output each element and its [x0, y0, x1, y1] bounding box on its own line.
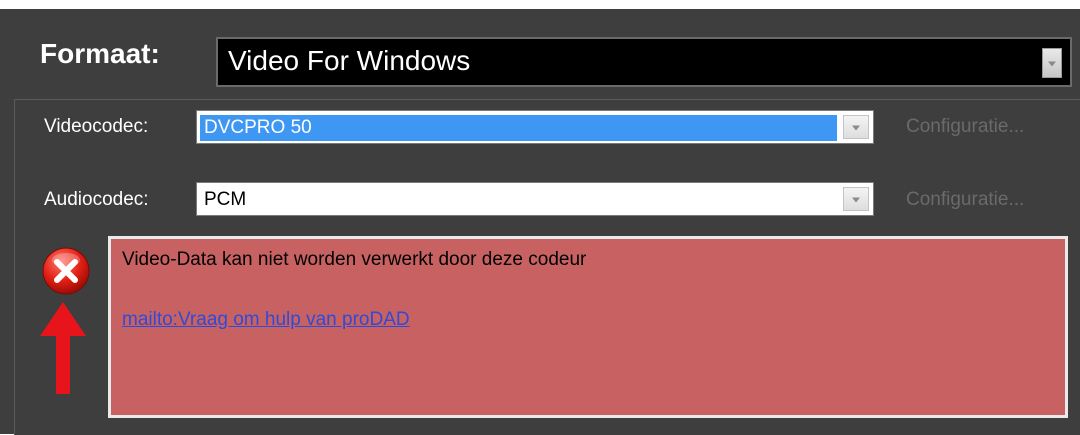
format-value: Video For Windows: [228, 45, 471, 76]
audiocodec-label: Audiocodec:: [44, 189, 149, 210]
audiocodec-config-button[interactable]: Configuratie...: [906, 189, 1024, 211]
error-x-icon[interactable]: [41, 246, 91, 296]
audiocodec-value: PCM: [204, 189, 247, 210]
videocodec-value: DVCPRO 50: [200, 115, 837, 141]
audiocodec-select[interactable]: PCM: [196, 182, 874, 216]
chevron-down-icon[interactable]: [1042, 48, 1062, 78]
chevron-down-icon[interactable]: [843, 115, 869, 139]
error-message: Video-Data kan niet worden verwerkt door…: [122, 249, 587, 270]
format-select[interactable]: Video For Windows: [216, 37, 1072, 87]
chevron-down-icon[interactable]: [843, 187, 869, 211]
videocodec-select[interactable]: DVCPRO 50: [196, 110, 874, 144]
format-label: Formaat:: [40, 38, 160, 69]
help-mailto-link[interactable]: mailto:Vraag om hulp van proDAD: [122, 309, 410, 331]
error-message-box: Video-Data kan niet worden verwerkt door…: [108, 236, 1068, 418]
videocodec-config-button[interactable]: Configuratie...: [906, 116, 1024, 138]
red-arrow-up-icon: [40, 302, 86, 394]
videocodec-label: Videocodec:: [44, 116, 149, 137]
